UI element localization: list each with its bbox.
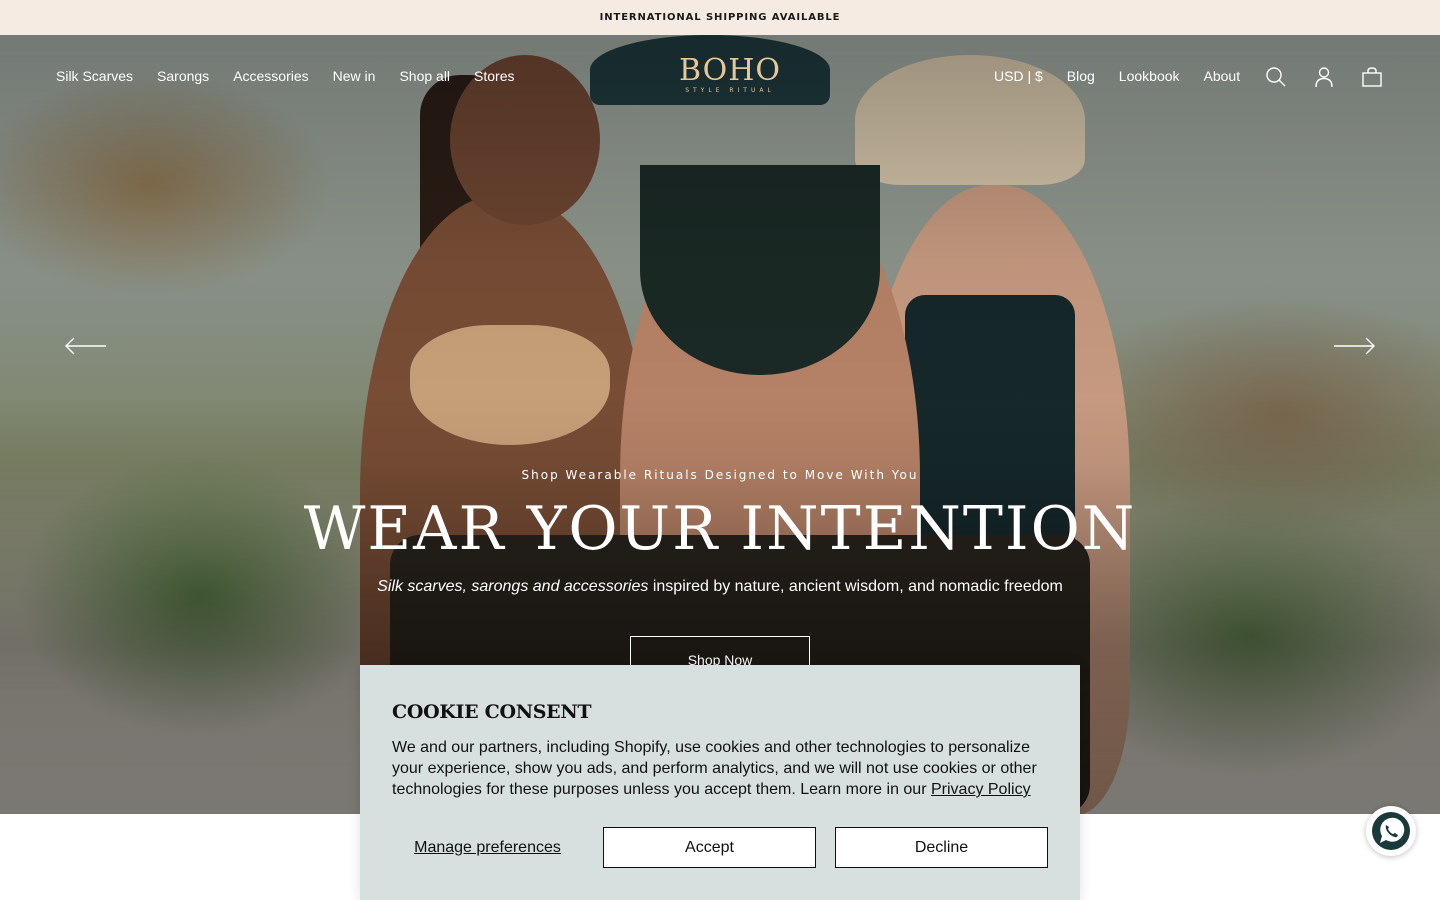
arrow-left-icon (65, 337, 106, 355)
privacy-policy-link[interactable]: Privacy Policy (931, 781, 1031, 798)
manage-preferences-button[interactable]: Manage preferences (392, 827, 583, 868)
nav-new-in[interactable]: New in (333, 68, 376, 84)
main-nav: Silk Scarves Sarongs Accessories New in … (56, 68, 515, 84)
cookie-title: COOKIE CONSENT (392, 701, 592, 723)
nav-shop-all[interactable]: Shop all (399, 68, 450, 84)
cookie-body: We and our partners, including Shopify, … (392, 737, 1048, 800)
secondary-nav: USD | $ Blog Lookbook About (994, 68, 1240, 84)
nav-silk-scarves[interactable]: Silk Scarves (56, 68, 133, 84)
hero-eyebrow: Shop Wearable Rituals Designed to Move W… (521, 468, 919, 482)
nav-about[interactable]: About (1204, 68, 1241, 84)
nav-stores[interactable]: Stores (474, 68, 514, 84)
hero-subline-rest: inspired by nature, ancient wisdom, and … (648, 578, 1063, 595)
site-header: Silk Scarves Sarongs Accessories New in … (0, 35, 1440, 119)
arrow-right-icon (1334, 337, 1375, 355)
search-button[interactable] (1265, 66, 1287, 88)
account-button[interactable] (1313, 66, 1335, 88)
announcement-bar: INTERNATIONAL SHIPPING AVAILABLE (0, 0, 1440, 35)
accept-button[interactable]: Accept (603, 827, 816, 868)
nav-accessories[interactable]: Accessories (233, 68, 308, 84)
cookie-actions: Manage preferences Accept Decline (392, 827, 1048, 868)
slide-next-button[interactable] (1332, 332, 1376, 360)
decline-button[interactable]: Decline (835, 827, 1048, 868)
nav-lookbook[interactable]: Lookbook (1119, 68, 1180, 84)
site-logo[interactable]: BOHO STYLE RITUAL (660, 55, 800, 101)
hero-content: Shop Wearable Rituals Designed to Move W… (0, 468, 1440, 596)
logo-tagline: STYLE RITUAL (685, 87, 775, 94)
cart-button[interactable] (1361, 66, 1383, 88)
search-icon (1266, 67, 1286, 87)
nav-blog[interactable]: Blog (1067, 68, 1095, 84)
hero-subline: Silk scarves, sarongs and accessories in… (0, 578, 1440, 596)
whatsapp-chat-button[interactable] (1366, 806, 1416, 856)
logo-wordmark: BOHO (679, 53, 781, 88)
hero-subline-italic: Silk scarves, sarongs and accessories (377, 578, 649, 595)
cart-icon (1362, 67, 1382, 87)
slide-prev-button[interactable] (64, 332, 108, 360)
nav-sarongs[interactable]: Sarongs (157, 68, 209, 84)
hero-headline: WEAR YOUR INTENTION (303, 494, 1137, 564)
announcement-text: INTERNATIONAL SHIPPING AVAILABLE (599, 12, 841, 23)
cookie-consent-dialog: COOKIE CONSENT We and our partners, incl… (360, 665, 1080, 900)
whatsapp-icon (1372, 812, 1410, 850)
currency-selector[interactable]: USD | $ (994, 68, 1043, 84)
account-icon (1315, 67, 1333, 88)
